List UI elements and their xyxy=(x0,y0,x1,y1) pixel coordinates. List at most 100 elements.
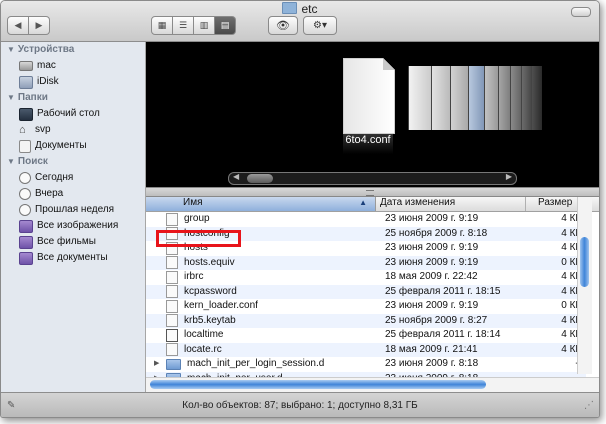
sidebar: ▼ Устройства mac iDisk ▼ Папки Рабочий сто… xyxy=(1,42,146,392)
cell-date: 25 ноября 2009 г. 8:18 xyxy=(385,227,488,239)
list-header: Имя ▲ Дата изменения Размер xyxy=(146,197,599,212)
coverflow-pane[interactable]: 6to4.conf ◀ ▶ xyxy=(146,42,599,187)
disclosure-triangle-icon[interactable]: ▶ xyxy=(154,357,166,372)
folder-icon xyxy=(166,358,181,370)
sidebar-item-documents[interactable]: Документы xyxy=(1,138,145,154)
resize-grip-icon[interactable]: ⋰ xyxy=(584,393,594,417)
toolbar-toggle-button[interactable] xyxy=(571,7,591,17)
smart-folder-icon xyxy=(19,235,33,249)
vertical-scroll-thumb[interactable] xyxy=(580,237,589,287)
sidebar-section-title[interactable]: ▼ Поиск xyxy=(1,154,145,170)
sidebar-item-all-documents[interactable]: Все документы xyxy=(1,250,145,266)
clock-icon xyxy=(19,188,31,200)
column-view-button[interactable]: ▥ xyxy=(194,16,215,35)
file-name: hosts.equiv xyxy=(184,256,235,268)
list-view-button[interactable]: ☰ xyxy=(173,16,194,35)
table-row[interactable]: hosts.equiv 23 июня 2009 г. 9:19 0 КБ xyxy=(146,255,586,271)
file-icon xyxy=(166,343,178,357)
table-row[interactable]: irbrc 18 мая 2009 г. 22:42 4 КБ xyxy=(146,270,586,285)
forward-button[interactable]: ▶ xyxy=(29,16,50,35)
cell-name: hosts.equiv xyxy=(146,256,376,271)
table-row[interactable]: ▶ mach_init_per_login_session.d 23 июня 20… xyxy=(146,357,586,372)
column-header-date[interactable]: Дата изменения xyxy=(376,197,526,211)
cell-date: 23 июня 2009 г. 9:19 xyxy=(385,242,479,253)
table-row[interactable]: kern_loader.conf 23 июня 2009 г. 9:19 0 КБ xyxy=(146,299,586,314)
window-title-text: etc xyxy=(301,2,318,16)
table-row[interactable]: localtime 25 февраля 2011 г. 18:14 4 КБ xyxy=(146,328,586,343)
sidebar-section-title[interactable]: ▼ Устройства xyxy=(1,42,145,58)
scroll-left-icon[interactable]: ◀ xyxy=(233,172,239,181)
table-row[interactable]: krb5.keytab 25 ноября 2009 г. 8:27 4 КБ xyxy=(146,313,586,329)
coverflow-view-button[interactable]: ▤ xyxy=(215,16,236,35)
sidebar-item-yesterday[interactable]: Вчера xyxy=(1,186,145,202)
table-row[interactable]: locate.rc 18 мая 2009 г. 21:41 4 КБ xyxy=(146,342,586,358)
sidebar-item-last-week[interactable]: Прошлая неделя xyxy=(1,202,145,218)
smart-folder-icon xyxy=(19,251,33,265)
file-name: irbrc xyxy=(184,271,204,282)
file-name: localtime xyxy=(184,329,224,340)
quick-look-button[interactable]: 👁 xyxy=(268,16,298,35)
edit-pencil-icon: ✎ xyxy=(7,400,16,411)
cell-name: irbrc xyxy=(146,270,376,285)
column-view-icon: ▥ xyxy=(199,20,209,30)
cell-name: krb5.keytab xyxy=(146,314,376,329)
current-file-preview[interactable] xyxy=(343,58,395,134)
coverflow-scrollbar[interactable]: ◀ ▶ xyxy=(228,172,517,185)
file-icon xyxy=(166,270,178,284)
file-name: kern_loader.conf xyxy=(184,300,258,311)
splitter-grip-icon xyxy=(366,190,374,196)
sidebar-item-idisk[interactable]: iDisk xyxy=(1,74,145,90)
sidebar-item-label: Рабочий стол xyxy=(37,108,100,119)
file-icon xyxy=(166,285,178,299)
file-icon xyxy=(166,299,178,313)
coverflow-scroll-thumb[interactable] xyxy=(247,174,273,183)
cover-item[interactable] xyxy=(531,66,542,130)
cell-name: group xyxy=(146,212,376,227)
window-title: etc xyxy=(1,2,599,16)
nav-buttons: ◀ ▶ xyxy=(7,16,50,35)
sidebar-item-svp[interactable]: ⌂ svp xyxy=(1,122,145,138)
toolbar: etc ◀ ▶ ▦ ☰ ▥ ▤ 👁 ⚙▾ xyxy=(1,1,599,42)
back-button[interactable]: ◀ xyxy=(7,16,29,35)
action-menu-button[interactable]: ⚙▾ xyxy=(303,16,337,35)
cell-name: kcpassword xyxy=(146,285,376,300)
forward-arrow-icon: ▶ xyxy=(35,20,43,30)
sidebar-section-search: ▼ Поиск Сегодня Вчера Прошлая неделя Все … xyxy=(1,154,145,266)
file-icon xyxy=(166,256,178,270)
cell-name: localtime xyxy=(146,328,376,343)
sidebar-item-desktop[interactable]: Рабочий стол xyxy=(1,106,145,122)
sidebar-item-all-images[interactable]: Все изображения xyxy=(1,218,145,234)
icon-view-button[interactable]: ▦ xyxy=(151,16,173,35)
sidebar-item-label: Вчера xyxy=(35,188,64,199)
scroll-right-icon[interactable]: ▶ xyxy=(506,172,512,181)
finder-window: etc ◀ ▶ ▦ ☰ ▥ ▤ 👁 ⚙▾ ▼ Устройства mac iDi… xyxy=(0,0,600,418)
sidebar-section-title[interactable]: ▼ Папки xyxy=(1,90,145,106)
table-row[interactable]: kcpassword 25 февраля 2011 г. 18:15 4 КБ xyxy=(146,284,586,300)
sidebar-item-label: Прошлая неделя xyxy=(35,204,115,215)
cell-name: kern_loader.conf xyxy=(146,299,376,314)
clock-icon xyxy=(19,172,31,184)
horizontal-scrollbar[interactable] xyxy=(146,377,599,392)
file-name: kcpassword xyxy=(184,285,237,297)
cell-date: 25 февраля 2011 г. 18:14 xyxy=(385,329,501,340)
sidebar-item-today[interactable]: Сегодня xyxy=(1,170,145,186)
vertical-scrollbar[interactable] xyxy=(577,197,592,374)
folder-icon xyxy=(282,2,298,14)
icon-view-icon: ▦ xyxy=(157,20,167,30)
file-name: locate.rc xyxy=(184,343,222,355)
table-row[interactable]: group 23 июня 2009 г. 9:19 4 КБ xyxy=(146,212,586,227)
pane-splitter[interactable] xyxy=(146,187,599,197)
cell-name: locate.rc xyxy=(146,343,376,358)
horizontal-scroll-thumb[interactable] xyxy=(150,380,486,389)
sidebar-item-label: Сегодня xyxy=(35,172,74,183)
column-header-name[interactable]: Имя ▲ xyxy=(146,197,376,211)
back-arrow-icon: ◀ xyxy=(14,20,22,30)
sidebar-item-label: svp xyxy=(35,124,51,135)
idisk-icon xyxy=(19,75,33,89)
sidebar-item-label: mac xyxy=(37,60,56,71)
sidebar-item-mac[interactable]: mac xyxy=(1,58,145,74)
sort-ascending-icon: ▲ xyxy=(359,198,367,207)
disclosure-icon: ▼ xyxy=(7,45,15,54)
hard-disk-icon xyxy=(19,61,33,71)
sidebar-item-all-movies[interactable]: Все фильмы xyxy=(1,234,145,250)
